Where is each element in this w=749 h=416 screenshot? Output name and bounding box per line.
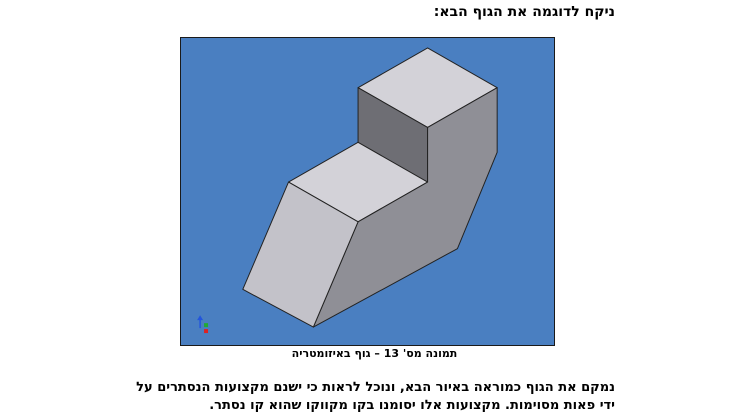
isometric-body-drawing	[197, 47, 498, 334]
figure-caption: תמונה מס' 13 – גוף באיזומטריה	[291, 347, 458, 360]
intro-heading: ניקח לדוגמה את הגוף הבא:	[433, 4, 615, 20]
xyz-axis-triad-icon	[197, 315, 209, 334]
isometric-figure	[180, 37, 555, 346]
paragraph-line: ידי פאות מסוימות. מקצועות אלו יסומנו בקו…	[209, 398, 615, 413]
paragraph-line: נמקם את הגוף כמוראה באיור הבא, ונוכל לרא…	[136, 380, 615, 395]
body-paragraph: נמקם את הגוף כמוראה באיור הבא, ונוכל לרא…	[115, 379, 615, 415]
